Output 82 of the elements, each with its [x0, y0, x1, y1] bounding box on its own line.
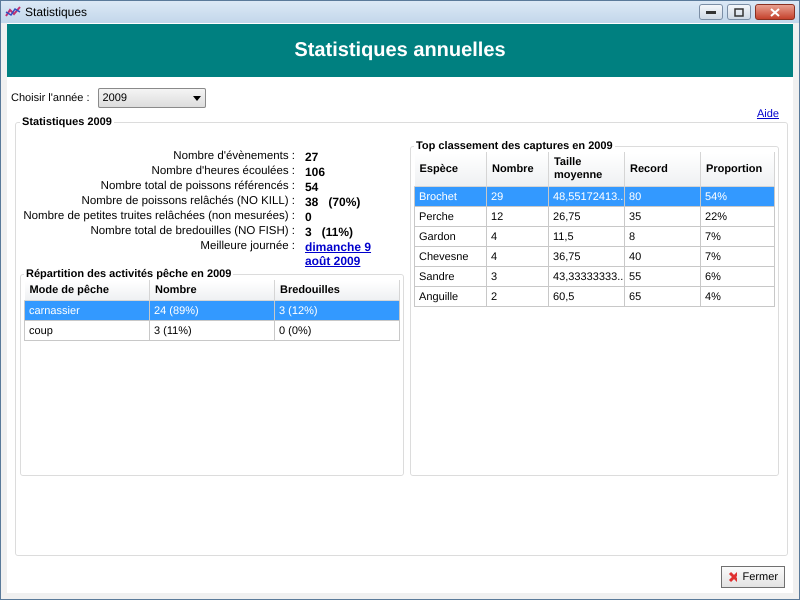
table-cell: Anguille — [414, 286, 486, 306]
table-row[interactable]: Anguille 2 60,5 65 4% — [414, 286, 774, 306]
table-cell: 60,5 — [548, 286, 624, 306]
group-title: Répartition des activités pêche en 2009 — [25, 268, 232, 280]
table-cell: 40 — [624, 246, 700, 266]
year-dropdown[interactable]: 2009 — [98, 88, 206, 108]
stat-label: Nombre total de poissons référencés : — [100, 180, 295, 194]
table-cell: 3 (12%) — [274, 300, 400, 320]
stat-label: Nombre total de bredouilles (NO FISH) : — [89, 225, 295, 239]
table-cell: 54% — [700, 186, 774, 206]
stat-label: Nombre d'heures écoulées : — [150, 165, 295, 179]
table-cell: Gardon — [414, 226, 486, 246]
chart-line-icon — [5, 6, 21, 18]
table-cell: 6% — [700, 266, 774, 286]
table-cell: 12 — [486, 206, 548, 226]
window-title: Statistiques — [25, 5, 88, 19]
year-label: Choisir l'année : — [11, 92, 90, 104]
table-cell: coup — [24, 320, 150, 340]
table-cell: Brochet — [414, 186, 486, 206]
table-cell: 26,75 — [548, 206, 624, 226]
table-row[interactable]: Chevesne 4 36,75 40 7% — [414, 246, 774, 266]
table-cell: 3 (11%) — [150, 320, 274, 340]
table-cell: 4% — [700, 286, 774, 306]
column-header[interactable]: Taille moyenne — [548, 152, 624, 186]
minimize-button[interactable] — [699, 4, 723, 20]
column-header[interactable]: Bredouilles — [274, 280, 400, 300]
header-title: Statistiques annuelles — [294, 39, 506, 62]
table-cell: Sandre — [414, 266, 486, 286]
stat-value: 3 (11%) — [305, 225, 354, 239]
table-cell: 4 — [486, 226, 548, 246]
maximize-icon — [734, 8, 744, 16]
table-cell: 8 — [624, 226, 700, 246]
table-row[interactable]: Gardon 4 11,5 8 7% — [414, 226, 774, 246]
column-header[interactable]: Espèce — [414, 152, 486, 186]
stat-value: 106 — [305, 165, 326, 179]
table-cell: 4 — [486, 246, 548, 266]
group-title: Top classement des captures en 2009 — [415, 140, 614, 152]
table-cell: 43,33333333... — [548, 266, 624, 286]
best-day-link[interactable]: dimanche 9 août 2009 — [305, 240, 385, 268]
table-cell: 35 — [624, 206, 700, 226]
table-cell: Chevesne — [414, 246, 486, 266]
column-header[interactable]: Proportion — [700, 152, 774, 186]
column-header[interactable]: Nombre — [486, 152, 548, 186]
table-cell: 0 (0%) — [274, 320, 400, 340]
table-cell: 7% — [700, 246, 774, 266]
table-cell: 22% — [700, 206, 774, 226]
stat-value: 38 (70%) — [305, 195, 362, 209]
stat-label: Meilleure journée : — [199, 240, 295, 254]
table-cell: Perche — [414, 206, 486, 226]
table-cell: 24 (89%) — [150, 300, 274, 320]
table-cell: 3 — [486, 266, 548, 286]
table-row[interactable]: coup 3 (11%) 0 (0%) — [24, 320, 400, 340]
table-cell: 29 — [486, 186, 548, 206]
column-header[interactable]: Mode de pêche — [24, 280, 150, 300]
stat-value: 0 — [305, 210, 313, 224]
group-title: Statistiques 2009 — [21, 116, 113, 128]
stat-label: Nombre d'évènements : — [172, 150, 295, 164]
table-row[interactable]: Perche 12 26,75 35 22% — [414, 206, 774, 226]
help-link[interactable]: Aide — [756, 108, 779, 120]
table-cell: 80 — [624, 186, 700, 206]
table-cell: 65 — [624, 286, 700, 306]
table-cell: 55 — [624, 266, 700, 286]
table-cell: 48,55172413... — [548, 186, 624, 206]
close-icon — [770, 8, 780, 16]
table-cell: 36,75 — [548, 246, 624, 266]
table-cell: 2 — [486, 286, 548, 306]
table-cell: 11,5 — [548, 226, 624, 246]
table-cell: 7% — [700, 226, 774, 246]
close-button[interactable] — [755, 4, 795, 20]
stat-label: Nombre de poissons relâchés (NO KILL) : — [80, 195, 295, 209]
minimize-icon — [706, 10, 716, 14]
close-icon — [728, 571, 737, 583]
stat-value: 54 — [305, 180, 320, 194]
stat-label: Nombre de petites truites relâchées (non mesurées) : — [22, 210, 295, 224]
table-row[interactable]: Sandre 3 43,33333333... 55 6% — [414, 266, 774, 286]
table-cell: carnassier — [24, 300, 150, 320]
maximize-button[interactable] — [727, 4, 751, 20]
caret-icon — [192, 96, 201, 100]
column-header[interactable]: Record — [624, 152, 700, 186]
close-window-button[interactable]: Fermer — [721, 566, 785, 588]
column-header[interactable]: Nombre — [150, 280, 274, 300]
stat-value: 27 — [305, 150, 320, 164]
